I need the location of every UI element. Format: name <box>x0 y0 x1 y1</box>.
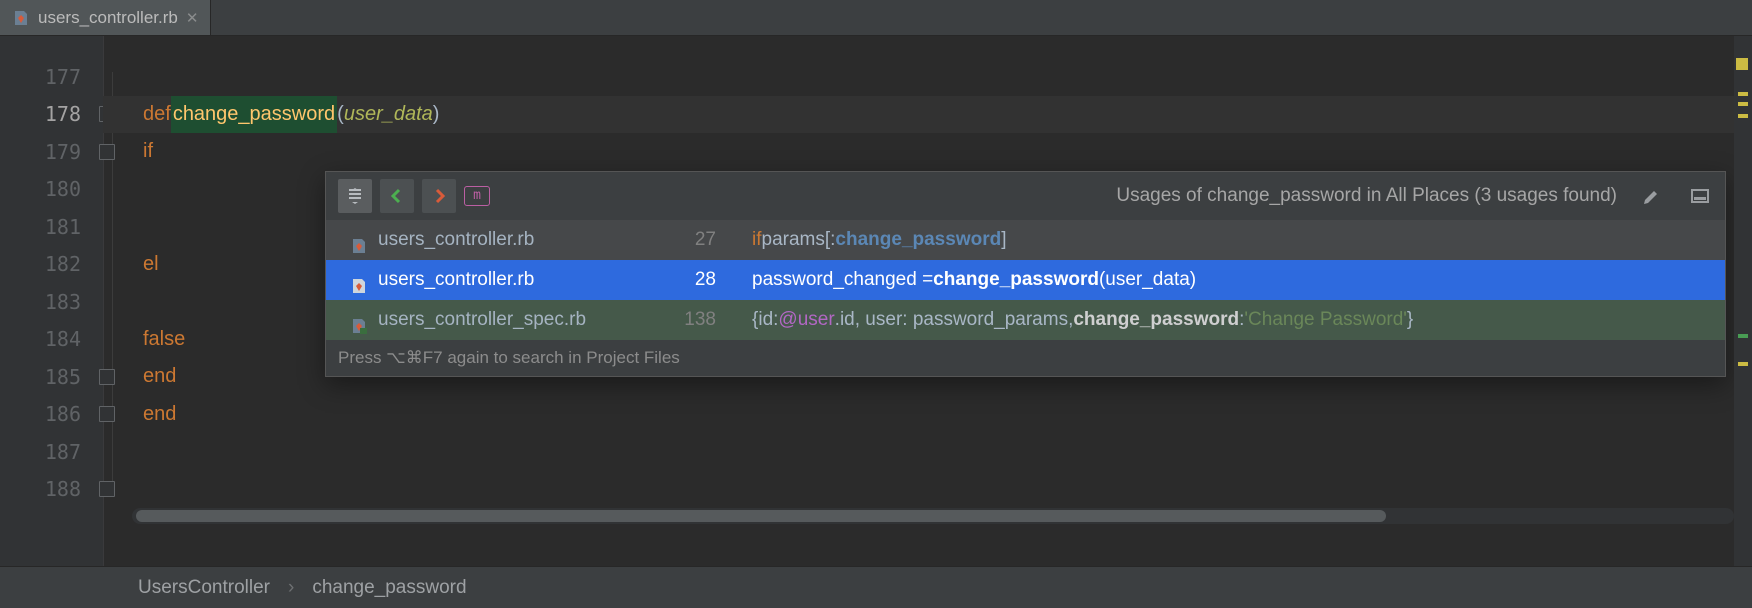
warning-marker[interactable] <box>1738 114 1748 118</box>
usage-row[interactable]: users_controller_spec.rb 138 {id: @user.… <box>326 300 1725 340</box>
ruby-spec-file-icon <box>350 311 368 329</box>
horizontal-scrollbar[interactable] <box>132 508 1734 524</box>
line-number: 179 <box>0 133 103 171</box>
line-number: 187 <box>0 433 103 471</box>
usage-line: 138 <box>668 301 716 339</box>
usage-row[interactable]: users_controller.rb 28 password_changed … <box>326 260 1725 300</box>
editor[interactable]: 177 178 179 180 181 182 183 184 185 186 … <box>0 36 1752 566</box>
line-number: 184 <box>0 321 103 359</box>
usage-code: password_changed = change_password(user_… <box>752 261 1709 299</box>
code-line: end <box>103 396 1734 434</box>
keyword-end: end <box>143 396 176 434</box>
next-usage-button[interactable] <box>422 179 456 213</box>
ok-marker[interactable] <box>1738 334 1748 338</box>
line-number: 186 <box>0 396 103 434</box>
line-number: 181 <box>0 208 103 246</box>
usages-popup: m Usages of change_password in All Place… <box>325 171 1726 377</box>
breadcrumb-item[interactable]: UsersController <box>138 577 270 599</box>
method-name: change_password <box>171 96 337 134</box>
breadcrumb: UsersController › change_password <box>0 566 1752 608</box>
keyword-if: if <box>143 133 153 171</box>
close-icon[interactable]: ✕ <box>186 9 199 27</box>
warning-marker[interactable] <box>1738 362 1748 366</box>
usage-code: {id: @user.id, user: password_params, ch… <box>752 301 1709 339</box>
marker-bar[interactable] <box>1734 36 1752 566</box>
code-line <box>103 58 1734 96</box>
code-area[interactable]: def change_password(user_data) if el fal… <box>103 36 1734 566</box>
gutter: 177 178 179 180 181 182 183 184 185 186 … <box>0 36 103 566</box>
warning-marker[interactable] <box>1738 102 1748 106</box>
line-number: 178 <box>0 96 103 134</box>
tab-bar: users_controller.rb ✕ <box>0 0 1752 36</box>
file-tab[interactable]: users_controller.rb ✕ <box>0 0 211 35</box>
line-number: 177 <box>0 58 103 96</box>
analysis-status-icon[interactable] <box>1736 58 1748 70</box>
line-number: 182 <box>0 246 103 284</box>
usage-line: 27 <box>668 221 716 259</box>
keyword-def: def <box>143 96 171 134</box>
warning-marker[interactable] <box>1738 92 1748 96</box>
code-line <box>103 433 1734 471</box>
pin-icon[interactable] <box>1687 183 1713 209</box>
line-number: 180 <box>0 171 103 209</box>
chevron-right-icon: › <box>288 577 294 599</box>
param: user_data <box>344 96 433 134</box>
line-number: 185 <box>0 358 103 396</box>
keyword-else: el <box>143 246 159 284</box>
tab-label: users_controller.rb <box>38 8 178 28</box>
prev-usage-button[interactable] <box>380 179 414 213</box>
ruby-file-icon <box>350 271 368 289</box>
ruby-file-icon <box>12 9 30 27</box>
code-line <box>103 471 1734 509</box>
popup-hint: Press ⌥⌘F7 again to search in Project Fi… <box>326 340 1725 376</box>
breadcrumb-item[interactable]: change_password <box>312 577 466 599</box>
ruby-file-icon <box>350 231 368 249</box>
keyword-false: false <box>143 321 185 359</box>
code-line: def change_password(user_data) <box>103 96 1734 134</box>
line-number: 183 <box>0 283 103 321</box>
scrollbar-thumb[interactable] <box>136 510 1386 522</box>
keyword-end: end <box>143 358 176 396</box>
usage-file: users_controller.rb <box>378 261 658 299</box>
usage-line: 28 <box>668 261 716 299</box>
method-badge-icon: m <box>464 186 490 206</box>
usage-file: users_controller.rb <box>378 221 658 259</box>
popup-toolbar: m Usages of change_password in All Place… <box>326 172 1725 220</box>
popup-title: Usages of change_password in All Places … <box>1116 177 1617 215</box>
usage-row[interactable]: users_controller.rb 27 if params[:change… <box>326 220 1725 260</box>
autoscroll-button[interactable] <box>338 179 372 213</box>
code-line: if <box>103 133 1734 171</box>
usage-code: if params[:change_password] <box>752 221 1709 259</box>
usage-file: users_controller_spec.rb <box>378 301 658 339</box>
line-number: 188 <box>0 471 103 509</box>
settings-icon[interactable] <box>1639 183 1665 209</box>
